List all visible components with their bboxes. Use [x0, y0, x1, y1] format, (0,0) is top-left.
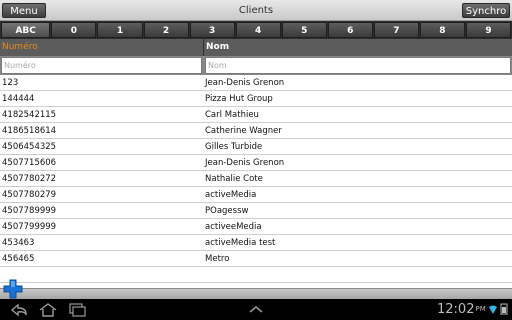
table-row[interactable]: 4507780272 Nathalie Cote — [0, 171, 512, 187]
cell-numero: 4507780272 — [2, 174, 57, 184]
cell-nom: Catherine Wagner — [205, 126, 282, 136]
column-header-numero[interactable]: Numéro — [0, 39, 203, 56]
table-row[interactable]: 123 Jean-Denis Grenon — [0, 75, 512, 91]
table-row[interactable] — [0, 267, 512, 283]
cell-numero: 4507715606 — [2, 158, 57, 168]
index-strip: ABC 0 1 2 3 4 5 6 7 8 9 — [0, 21, 512, 39]
cell-nom: Carl Mathieu — [205, 110, 259, 120]
clock-suffix: PM — [475, 305, 486, 313]
cell-numero: 123 — [2, 78, 19, 88]
recent-apps-icon[interactable] — [66, 301, 88, 318]
cell-nom: activeMedia — [205, 190, 257, 200]
cell-numero: 4182542115 — [2, 110, 57, 120]
cell-numero: 456465 — [2, 254, 35, 264]
nom-filter-input[interactable] — [205, 57, 511, 74]
index-button-3[interactable]: 3 — [189, 22, 235, 38]
home-icon[interactable] — [37, 301, 59, 318]
cell-nom: Jean-Denis Grenon — [205, 78, 285, 88]
index-button-6[interactable]: 6 — [327, 22, 373, 38]
table-row[interactable]: 4507715606 Jean-Denis Grenon — [0, 155, 512, 171]
cell-numero: 4507780279 — [2, 190, 57, 200]
cell-nom: activeeMedia — [205, 222, 262, 232]
numero-filter-input[interactable] — [1, 57, 202, 74]
table-row[interactable]: 4506454325 Gilles Turbide — [0, 139, 512, 155]
column-header-nom[interactable]: Nom — [204, 39, 512, 56]
client-list[interactable]: 123 Jean-Denis Grenon 144444 Pizza Hut Gro… — [0, 75, 512, 286]
page-title: Clients — [238, 5, 274, 16]
chevron-up-icon[interactable] — [245, 301, 267, 318]
cell-numero: 453463 — [2, 238, 35, 248]
table-row[interactable]: 4507789999 POagessw — [0, 203, 512, 219]
index-button-7[interactable]: 7 — [373, 22, 419, 38]
cell-numero: 4506454325 — [2, 142, 57, 152]
status-clock: 12:02PM — [437, 301, 486, 318]
cell-numero: 4186518614 — [2, 126, 57, 136]
cell-nom: Nathalie Cote — [205, 174, 263, 184]
cell-numero: 4507799999 — [2, 222, 57, 232]
cell-numero: 144444 — [2, 94, 35, 104]
plus-icon[interactable] — [2, 278, 24, 300]
back-icon[interactable] — [8, 301, 30, 318]
bottom-toolbar — [0, 288, 512, 299]
index-button-9[interactable]: 9 — [465, 22, 511, 38]
battery-icon — [500, 303, 508, 315]
cell-nom: Jean-Denis Grenon — [205, 158, 285, 168]
cell-nom: activeMedia test — [205, 238, 276, 248]
table-row[interactable]: 453463 activeMedia test — [0, 235, 512, 251]
table-row[interactable]: 4507780279 activeMedia — [0, 187, 512, 203]
index-button-abc[interactable]: ABC — [1, 22, 51, 38]
cell-numero: 4507789999 — [2, 206, 57, 216]
system-nav-bar: 12:02PM — [0, 299, 512, 320]
table-row[interactable]: 4507799999 activeeMedia — [0, 219, 512, 235]
index-button-0[interactable]: 0 — [51, 22, 97, 38]
cell-nom: Gilles Turbide — [205, 142, 263, 152]
index-button-1[interactable]: 1 — [97, 22, 143, 38]
table-row[interactable]: 4186518614 Catherine Wagner — [0, 123, 512, 139]
cell-nom: POagessw — [205, 206, 249, 216]
index-button-4[interactable]: 4 — [235, 22, 281, 38]
index-button-8[interactable]: 8 — [419, 22, 465, 38]
cell-nom: Metro — [205, 254, 230, 264]
wifi-icon — [489, 305, 497, 314]
table-row[interactable]: 456465 Metro — [0, 251, 512, 267]
clock-time: 12:02 — [437, 302, 475, 317]
table-row[interactable]: 4182542115 Carl Mathieu — [0, 107, 512, 123]
cell-nom: Pizza Hut Group — [205, 94, 273, 104]
index-button-2[interactable]: 2 — [143, 22, 189, 38]
title-bar: Menu Clients Synchro — [0, 0, 512, 21]
table-row[interactable]: 144444 Pizza Hut Group — [0, 91, 512, 107]
index-button-5[interactable]: 5 — [281, 22, 327, 38]
synchro-button[interactable]: Synchro — [462, 3, 510, 18]
